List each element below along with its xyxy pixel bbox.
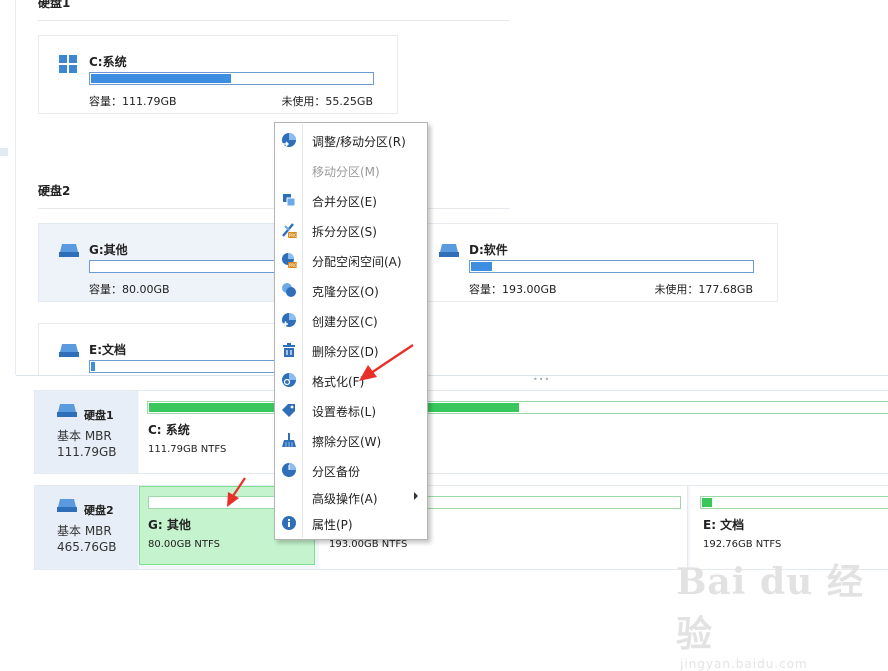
menu-item-backup[interactable]: 分区备份 bbox=[275, 455, 427, 485]
menu-item-set-label[interactable]: 设置卷标(L) bbox=[275, 395, 427, 425]
partition-card-g[interactable]: G:其他 容量：80.00GB bbox=[38, 223, 304, 302]
segment-info: 193.00GB NTFS bbox=[329, 539, 408, 550]
drive-icon bbox=[439, 244, 459, 257]
menu-item-merge[interactable]: 合并分区(E) bbox=[275, 185, 427, 215]
windows-icon bbox=[59, 55, 77, 73]
menu-item-label: 移动分区(M) bbox=[312, 165, 380, 179]
split-icon: PRO bbox=[282, 223, 297, 238]
disk-size: 465.76GB bbox=[57, 540, 117, 554]
menu-item-create[interactable]: 创建分区(C) bbox=[275, 305, 427, 335]
segment-name: E: 文档 bbox=[703, 518, 745, 532]
menu-item-label: 合并分区(E) bbox=[312, 195, 377, 209]
usage-bar bbox=[89, 260, 304, 273]
partition-card-d[interactable]: D:软件 容量：193.00GB 未使用：177.68GB bbox=[418, 223, 778, 302]
disk-name: 硬盘1 bbox=[84, 409, 114, 422]
partition-card-e[interactable]: E:文档 bbox=[38, 323, 304, 375]
broom-icon bbox=[282, 433, 296, 447]
menu-item-label: 调整/移动分区(R) bbox=[312, 135, 406, 149]
segment-c[interactable]: C: 系统 111.79GB NTFS bbox=[139, 391, 888, 473]
capacity-text: 容量：80.00GB bbox=[89, 283, 170, 296]
menu-item-resize-move[interactable]: 调整/移动分区(R) bbox=[275, 125, 427, 155]
section-divider bbox=[38, 20, 510, 21]
submenu-arrow-icon bbox=[414, 492, 418, 500]
menu-item-label: 擦除分区(W) bbox=[312, 435, 382, 449]
menu-item-label: 分配空闲空间(A) bbox=[312, 255, 402, 269]
free-text: 未使用：177.68GB bbox=[654, 283, 753, 296]
usage-bar bbox=[89, 72, 374, 85]
free-text: 未使用：55.25GB bbox=[281, 95, 373, 108]
segment-name: C: 系统 bbox=[148, 423, 190, 437]
svg-text:PRO: PRO bbox=[289, 263, 297, 268]
splitter-grip[interactable]: ••• bbox=[533, 375, 549, 384]
disk-label-2[interactable]: 硬盘2 基本 MBR 465.76GB bbox=[35, 486, 138, 569]
rail-marker bbox=[0, 148, 8, 156]
capacity-text: 容量：193.00GB bbox=[469, 283, 557, 296]
menu-item-properties[interactable]: 属性(P) bbox=[275, 508, 427, 538]
partition-name: D:软件 bbox=[469, 243, 508, 257]
menu-item-label: 克隆分区(O) bbox=[312, 285, 379, 299]
trash-icon bbox=[283, 343, 295, 357]
allocate-icon: PRO bbox=[282, 253, 297, 268]
partition-name: C:系统 bbox=[89, 55, 127, 69]
menu-item-clone[interactable]: 克隆分区(O) bbox=[275, 275, 427, 305]
menu-item-wipe[interactable]: 擦除分区(W) bbox=[275, 425, 427, 455]
drive-icon bbox=[57, 404, 77, 417]
annotation-arrow-partition bbox=[227, 477, 246, 507]
disk2-section-title: 硬盘2 bbox=[38, 184, 71, 198]
menu-item-label: 分区备份 bbox=[312, 465, 361, 479]
usage-bar bbox=[469, 260, 754, 273]
segment-usage-fill bbox=[702, 498, 712, 507]
create-icon bbox=[282, 313, 296, 327]
baidu-watermark: Bai du 经验 jingyan.baidu.com bbox=[676, 553, 888, 671]
disk-type: 基本 MBR bbox=[57, 524, 112, 538]
usage-bar-fill bbox=[91, 362, 96, 371]
usage-bar bbox=[89, 360, 304, 373]
context-menu: 调整/移动分区(R) 移动分区(M) 合并分区(E) PRO 拆分分区(S) P… bbox=[274, 122, 428, 540]
partition-card-c[interactable]: C:系统 容量：111.79GB 未使用：55.25GB bbox=[38, 35, 398, 114]
menu-item-split[interactable]: PRO 拆分分区(S) bbox=[275, 215, 427, 245]
disk-size: 111.79GB bbox=[57, 445, 117, 459]
watermark-brand: Bai du 经验 bbox=[676, 561, 864, 655]
capacity-text: 容量：111.79GB bbox=[89, 95, 177, 108]
info-icon bbox=[282, 516, 296, 530]
drive-icon bbox=[57, 499, 77, 512]
partition-name: E:文档 bbox=[89, 343, 126, 357]
drive-icon bbox=[59, 344, 79, 357]
left-rail bbox=[0, 0, 16, 375]
menu-item-label: 设置卷标(L) bbox=[312, 405, 377, 419]
segment-info: 80.00GB NTFS bbox=[148, 539, 220, 550]
tag-icon bbox=[282, 404, 295, 417]
drive-icon bbox=[59, 244, 79, 257]
menu-item-label: 属性(P) bbox=[312, 518, 353, 532]
menu-item-label: 拆分分区(S) bbox=[312, 225, 377, 239]
disk-label-1[interactable]: 硬盘1 基本 MBR 111.79GB bbox=[35, 391, 138, 473]
watermark-url: jingyan.baidu.com bbox=[680, 657, 808, 671]
menu-item-label: 创建分区(C) bbox=[312, 315, 378, 329]
clone-icon bbox=[282, 283, 296, 297]
merge-icon bbox=[283, 194, 296, 207]
menu-item-move: 移动分区(M) bbox=[275, 155, 427, 185]
disk-type: 基本 MBR bbox=[57, 429, 112, 443]
backup-icon bbox=[282, 463, 296, 477]
format-icon bbox=[282, 373, 296, 387]
menu-item-allocate-free-space[interactable]: PRO 分配空闲空间(A) bbox=[275, 245, 427, 275]
disk-name: 硬盘2 bbox=[84, 504, 114, 517]
usage-bar-fill bbox=[471, 262, 492, 271]
partition-name: G:其他 bbox=[89, 243, 128, 257]
disk1-section-title: 硬盘1 bbox=[38, 0, 71, 10]
annotation-arrow-format bbox=[359, 344, 414, 381]
segment-name: G: 其他 bbox=[148, 518, 191, 532]
usage-bar-fill bbox=[91, 74, 231, 83]
segment-usage-bar bbox=[147, 401, 888, 414]
segment-usage-bar bbox=[700, 496, 888, 509]
svg-text:PRO: PRO bbox=[289, 233, 297, 238]
resize-icon bbox=[282, 133, 296, 147]
segment-info: 111.79GB NTFS bbox=[148, 444, 227, 455]
panel-splitter[interactable] bbox=[16, 375, 888, 381]
menu-item-label: 高级操作(A) bbox=[312, 492, 378, 506]
segment-info: 192.76GB NTFS bbox=[703, 539, 782, 550]
